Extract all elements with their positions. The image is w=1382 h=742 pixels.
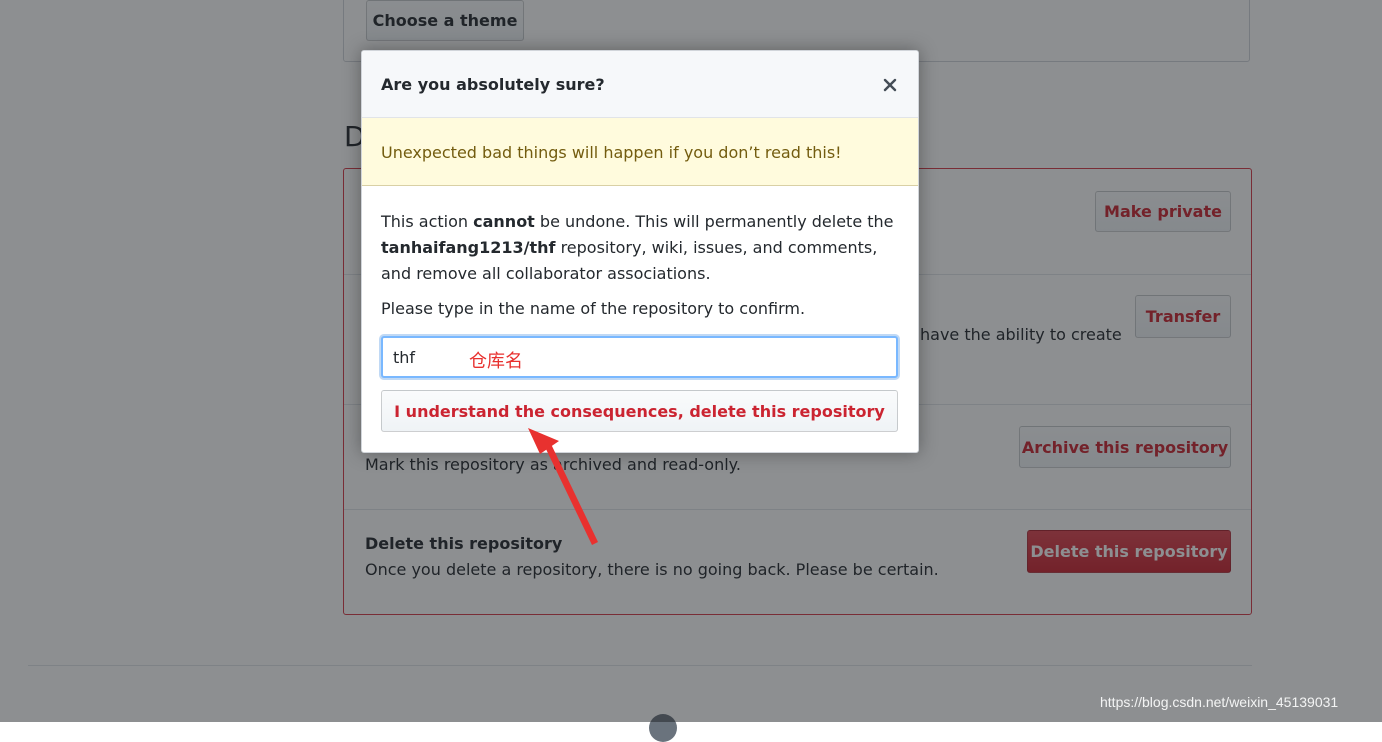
warning-flash: Unexpected bad things will happen if you… bbox=[362, 118, 918, 186]
desc-text-1: This action bbox=[381, 212, 474, 231]
confirm-delete-button[interactable]: I understand the consequences, delete th… bbox=[381, 390, 898, 432]
dialog-title: Are you absolutely sure? bbox=[381, 75, 605, 94]
dialog-description: This action cannot be undone. This will … bbox=[381, 209, 901, 287]
close-button[interactable] bbox=[876, 71, 904, 99]
warning-text: Unexpected bad things will happen if you… bbox=[381, 143, 842, 162]
delete-confirm-dialog: Are you absolutely sure? Unexpected bad … bbox=[361, 50, 919, 453]
desc-emphasis-cannot: cannot bbox=[473, 212, 535, 231]
repository-name-input[interactable] bbox=[381, 336, 898, 378]
confirm-instruction: Please type in the name of the repositor… bbox=[381, 299, 806, 318]
close-icon bbox=[883, 78, 897, 92]
watermark: https://blog.csdn.net/weixin_45139031 bbox=[1100, 694, 1339, 710]
desc-repo-name: tanhaifang1213/thf bbox=[381, 238, 556, 257]
dialog-header: Are you absolutely sure? bbox=[362, 51, 918, 118]
desc-text-2: be undone. This will permanently delete … bbox=[534, 212, 894, 231]
